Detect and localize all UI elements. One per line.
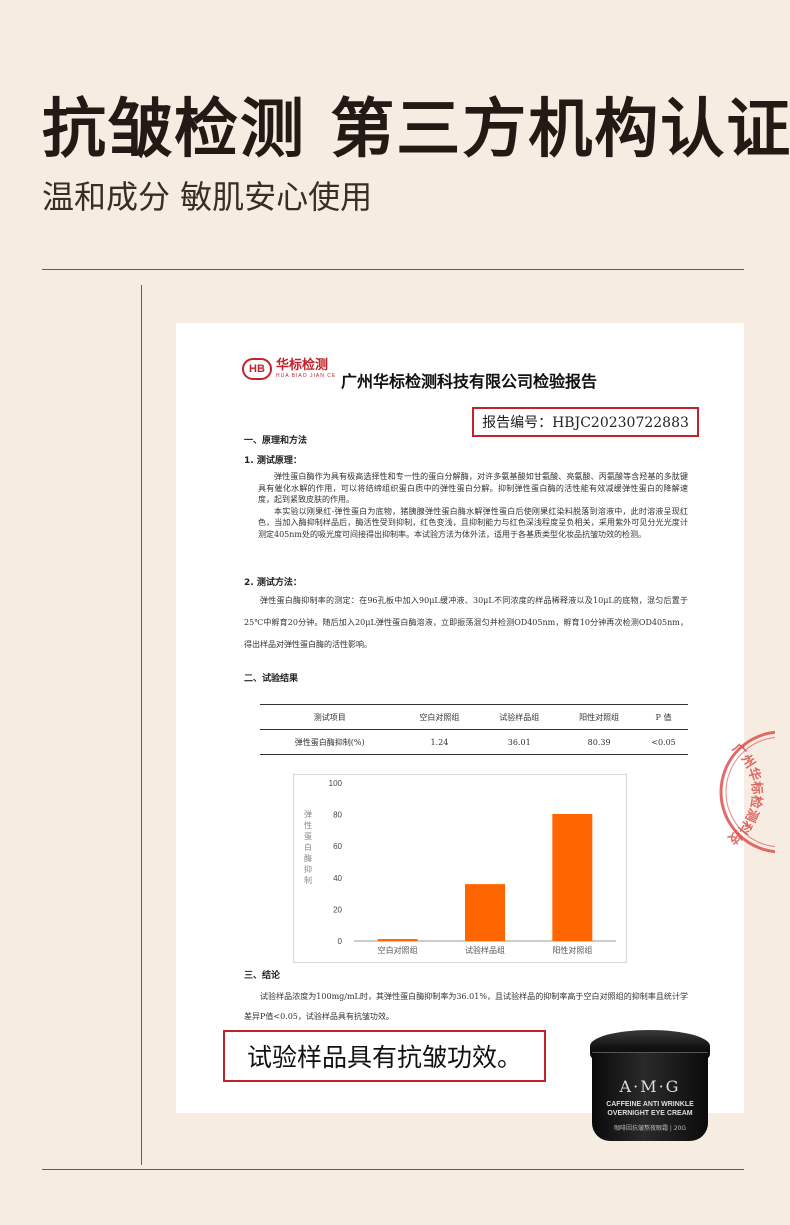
conclusion-paragraph: 试验样品浓度为100mg/mL时，其弹性蛋白酶抑制率为36.01%，且试验样品的… bbox=[244, 992, 688, 1021]
principle-paragraph-1: 弹性蛋白酶作为具有极高选择性和专一性的蛋白分解酶，对许多氨基酸如甘氨酸、亮氨酸、… bbox=[258, 472, 688, 505]
official-seal-stamp: 广州华标检测科技有限公司 bbox=[707, 728, 775, 856]
y-axis-label-char: 性 bbox=[304, 820, 312, 830]
svg-text:广州华标检测科技有限公司: 广州华标检测科技有限公司 bbox=[707, 728, 765, 848]
inhibition-chart: 0 20 40 60 80 100 弹性蛋白酶抑制空白对照组 试验样品组 阳性对照组 bbox=[293, 774, 627, 963]
product-jar-image: A·M·G CAFFEINE ANTI WRINKLE OVERNIGHT EY… bbox=[590, 1030, 710, 1141]
top-divider bbox=[42, 269, 744, 270]
test-principle-heading: 1. 测试原理： bbox=[244, 456, 302, 466]
product-name-line-2: OVERNIGHT EYE CREAM bbox=[607, 1110, 693, 1117]
section-principle-heading: 一、原理和方法 bbox=[244, 436, 308, 446]
principle-paragraph-2: 本实验以刚果红-弹性蛋白为底物，猪胰腺弹性蛋白酶水解弹性蛋白后使刚果红染料脱落到… bbox=[258, 506, 688, 539]
hb-logo-icon: HB bbox=[242, 358, 272, 380]
page-title: 抗皱检测 第三方机构认证 bbox=[42, 93, 790, 167]
y-axis-label-char: 弹 bbox=[304, 809, 312, 819]
report-company-title: 广州华标检测科技有限公司检验报告 bbox=[341, 372, 598, 391]
seal-text: 广州华标检测科技有限公司 bbox=[707, 728, 765, 848]
y-axis-label-char: 制 bbox=[304, 875, 312, 885]
chart-bar bbox=[465, 884, 505, 941]
results-table: 测试项目 空白对照组 试验样品组 阳性对照组 P 值 弹性蛋白酶抑制(%) 1.… bbox=[260, 704, 688, 755]
y-tick-label: 0 bbox=[338, 937, 343, 946]
table-header-cell: 阳性对照组 bbox=[579, 712, 620, 722]
logo-english-name: HUA BIAO JIAN CE bbox=[276, 373, 337, 379]
test-report-document: HB 华标检测 HUA BIAO JIAN CE 广州华标检测科技有限公司检验报… bbox=[176, 323, 775, 1113]
section-conclusion-heading: 三、结论 bbox=[244, 971, 281, 981]
logo-chinese-name: 华标检测 bbox=[276, 358, 329, 373]
y-tick-label: 100 bbox=[329, 779, 343, 788]
y-axis-label-char: 蛋 bbox=[304, 832, 312, 841]
table-cell: 36.01 bbox=[507, 737, 531, 747]
method-text: 弹性蛋白酶抑制率的测定：在96孔板中加入90μL缓冲液、30μL不同浓度的样品稀… bbox=[244, 590, 688, 656]
table-header-cell: 空白对照组 bbox=[419, 712, 460, 722]
jar-body: A·M·G CAFFEINE ANTI WRINKLE OVERNIGHT EY… bbox=[592, 1052, 708, 1141]
left-vertical-rule bbox=[141, 285, 142, 1165]
y-tick-label: 20 bbox=[333, 905, 342, 914]
product-chinese-name: 咖啡因抗皱熬夜眼霜 | 20G bbox=[613, 1125, 687, 1132]
y-axis-label-char: 抑 bbox=[304, 864, 312, 874]
y-axis-label-char: 白 bbox=[304, 842, 312, 852]
report-number-box: 报告编号：HBJC20230722883 bbox=[472, 407, 699, 437]
bottom-divider bbox=[42, 1169, 744, 1170]
method-paragraph: 弹性蛋白酶抑制率的测定：在96孔板中加入90μL缓冲液、30μL不同浓度的样品稀… bbox=[244, 596, 688, 649]
y-tick-label: 60 bbox=[333, 842, 342, 851]
conclusion-highlight-box: 试验样品具有抗皱功效。 bbox=[223, 1030, 546, 1082]
table-header-row: 测试项目 空白对照组 试验样品组 阳性对照组 P 值 bbox=[260, 704, 688, 730]
y-axis-label-char: 酶 bbox=[304, 853, 312, 863]
table-header-cell: 试验样品组 bbox=[499, 712, 540, 722]
y-tick-label: 80 bbox=[333, 811, 342, 820]
table-header-cell: P 值 bbox=[655, 712, 672, 722]
chart-bar bbox=[552, 813, 593, 941]
product-brand: A·M·G bbox=[619, 1077, 681, 1096]
conclusion-text: 试验样品浓度为100mg/mL时，其弹性蛋白酶抑制率为36.01%，且试验样品的… bbox=[244, 987, 688, 1027]
test-method-heading: 2. 测试方法： bbox=[244, 578, 302, 588]
x-tick-label: 空白对照组 bbox=[378, 945, 418, 955]
seal-icon: 广州华标检测科技有限公司 bbox=[707, 728, 775, 854]
x-tick-label: 阳性对照组 bbox=[552, 945, 592, 955]
x-tick-label: 试验样品组 bbox=[465, 945, 505, 955]
page-subtitle: 温和成分 敏肌安心使用 bbox=[42, 178, 373, 216]
inhibition-chart-svg: 0 20 40 60 80 100 弹性蛋白酶抑制空白对照组 试验样品组 阳性对照组 bbox=[304, 779, 616, 955]
table-cell: 80.39 bbox=[587, 737, 611, 747]
principle-text: 弹性蛋白酶作为具有极高选择性和专一性的蛋白分解酶，对许多氨基酸如甘氨酸、亮氨酸、… bbox=[258, 471, 688, 541]
company-logo: HB 华标检测 HUA BIAO JIAN CE bbox=[242, 358, 336, 380]
table-cell: <0.05 bbox=[651, 737, 676, 747]
chart-bar bbox=[377, 939, 418, 941]
table-header-cell: 测试项目 bbox=[313, 712, 346, 722]
y-tick-label: 40 bbox=[333, 874, 342, 883]
table-cell: 弹性蛋白酶抑制(%) bbox=[294, 737, 365, 747]
section-results-heading: 二、试验结果 bbox=[244, 674, 299, 684]
table-row: 弹性蛋白酶抑制(%) 1.24 36.01 80.39 <0.05 bbox=[260, 730, 688, 755]
product-name-line-1: CAFFEINE ANTI WRINKLE bbox=[606, 1101, 694, 1108]
table-cell: 1.24 bbox=[430, 737, 449, 747]
